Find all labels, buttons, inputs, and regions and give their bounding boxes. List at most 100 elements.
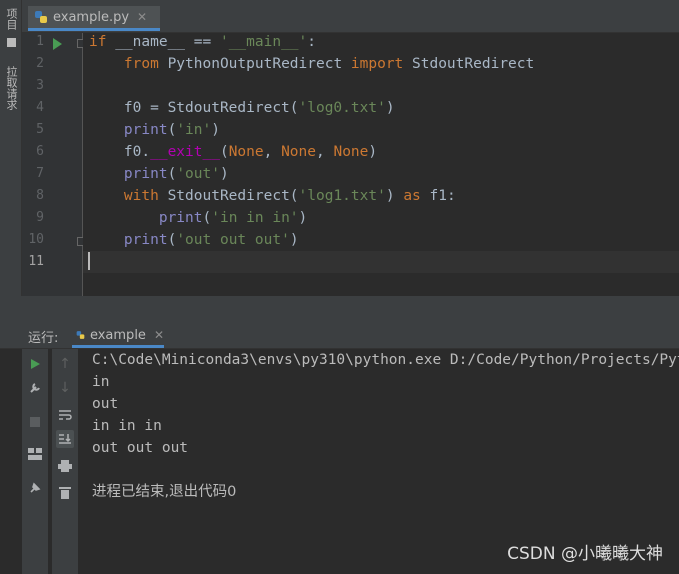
run-panel-header: 运行: example ✕ — [0, 322, 679, 349]
up-arrow-icon: ↑ — [59, 356, 71, 372]
line-number: 4 — [36, 100, 44, 115]
code-token: 'out out out' — [176, 232, 290, 248]
line-number: 3 — [36, 78, 44, 93]
code-token: 'log1.txt' — [298, 188, 386, 204]
down-arrow-button[interactable]: ↓ — [56, 379, 74, 397]
code-line: print('out out out') — [83, 229, 679, 251]
up-arrow-button[interactable]: ↑ — [56, 355, 74, 373]
code-token: print — [89, 232, 168, 248]
scroll-to-end-icon — [59, 434, 71, 444]
layout-icon — [28, 448, 42, 460]
code-token: as — [403, 188, 430, 204]
left-tool-strip: 项目 拉取请求 — [0, 0, 22, 322]
code-token: ) — [298, 210, 308, 226]
line-number: 1 — [36, 34, 44, 49]
project-tool-tab[interactable]: 项目 — [3, 8, 19, 50]
close-icon[interactable]: ✕ — [137, 10, 147, 24]
code-line — [83, 251, 679, 273]
code-token: import — [350, 56, 413, 72]
code-line: print('in in in') — [83, 207, 679, 229]
editor-tab-bar: example.py ✕ — [22, 0, 679, 33]
console-line: in in in — [92, 418, 162, 434]
editor-tab-filename: example.py — [53, 9, 130, 25]
soft-wrap-button[interactable] — [56, 406, 74, 424]
soft-wrap-icon — [59, 410, 72, 420]
stop-icon — [30, 417, 40, 427]
line-number: 11 — [28, 254, 44, 269]
run-config-tab[interactable]: example ✕ — [72, 325, 164, 348]
console-line: out out out — [92, 440, 189, 456]
code-line: with StdoutRedirect('log1.txt') as f1: — [83, 185, 679, 207]
console-line: in — [92, 374, 110, 390]
run-gutter-icon[interactable] — [53, 38, 62, 50]
code-token: 'log0.txt' — [298, 100, 386, 116]
code-token: ) — [368, 144, 378, 160]
code-line: print('out') — [83, 163, 679, 185]
python-file-icon — [35, 11, 47, 23]
code-token: ( — [202, 210, 212, 226]
pull-requests-tool-tab[interactable]: 拉取请求 — [3, 66, 19, 110]
print-button[interactable] — [56, 457, 74, 475]
scroll-to-end-button[interactable] — [56, 430, 74, 448]
pull-requests-tab-label: 拉取请求 — [5, 66, 18, 110]
line-number: 8 — [36, 188, 44, 203]
run-panel-label: 运行: — [28, 331, 59, 346]
code-token: , — [316, 144, 334, 160]
code-line: if __name__ == '__main__': — [83, 31, 679, 53]
code-token: ( — [219, 144, 229, 160]
python-run-icon — [76, 331, 85, 339]
folder-icon — [6, 37, 16, 47]
code-token: if — [89, 34, 116, 50]
stop-button[interactable] — [26, 413, 44, 431]
watermark: CSDN @小曦曦大神 — [507, 544, 663, 564]
code-token: None — [333, 144, 369, 160]
run-toolbar-primary — [22, 349, 48, 574]
code-token: 'in in in' — [211, 210, 299, 226]
code-token: ) — [385, 188, 404, 204]
code-token: print — [89, 210, 203, 226]
code-token: ) — [289, 232, 299, 248]
code-line: print('in') — [83, 119, 679, 141]
code-token: __name__ == — [115, 34, 220, 50]
code-token: ) — [385, 100, 395, 116]
code-token: , — [263, 144, 282, 160]
code-token: with — [89, 188, 168, 204]
layout-button[interactable] — [26, 445, 44, 463]
code-token: ) — [211, 122, 220, 138]
line-number: 2 — [36, 56, 44, 71]
editor-file-tab[interactable]: example.py ✕ — [28, 6, 160, 31]
code-token: ( — [167, 166, 177, 182]
code-token: f0. — [89, 144, 151, 160]
line-number: 5 — [36, 122, 44, 137]
code-editor[interactable]: if __name__ == '__main__': from PythonOu… — [83, 33, 679, 296]
code-token: StdoutRedirect — [412, 56, 535, 72]
console-line: C:\Code\Miniconda3\envs\py310\python.exe… — [92, 352, 679, 368]
text-caret — [88, 252, 90, 270]
project-tab-label: 项目 — [5, 8, 18, 30]
down-arrow-icon: ↓ — [59, 380, 71, 396]
print-icon — [58, 460, 72, 472]
code-token: 'out' — [176, 166, 220, 182]
code-token: print — [89, 166, 168, 182]
code-token: f1: — [429, 188, 456, 204]
clear-all-button[interactable] — [56, 483, 74, 501]
console-line: out — [92, 396, 119, 412]
code-line: f0.__exit__(None, None, None) — [83, 141, 679, 163]
run-tab-name: example — [89, 327, 146, 343]
code-token: None — [281, 144, 316, 160]
code-token: 'in' — [176, 122, 212, 138]
trash-icon — [59, 486, 71, 499]
panel-divider[interactable] — [0, 296, 679, 323]
pin-icon — [30, 482, 41, 493]
code-token: ) — [219, 166, 229, 182]
wrench-button[interactable] — [26, 379, 44, 397]
pin-button[interactable] — [26, 479, 44, 497]
code-token: print — [89, 122, 168, 138]
code-token: PythonOutputRedirect — [167, 56, 351, 72]
line-number: 7 — [36, 166, 44, 181]
line-number: 6 — [36, 144, 44, 159]
rerun-button[interactable] — [26, 355, 44, 373]
close-run-tab-icon[interactable]: ✕ — [154, 328, 164, 342]
code-token: '__main__' — [219, 34, 308, 50]
